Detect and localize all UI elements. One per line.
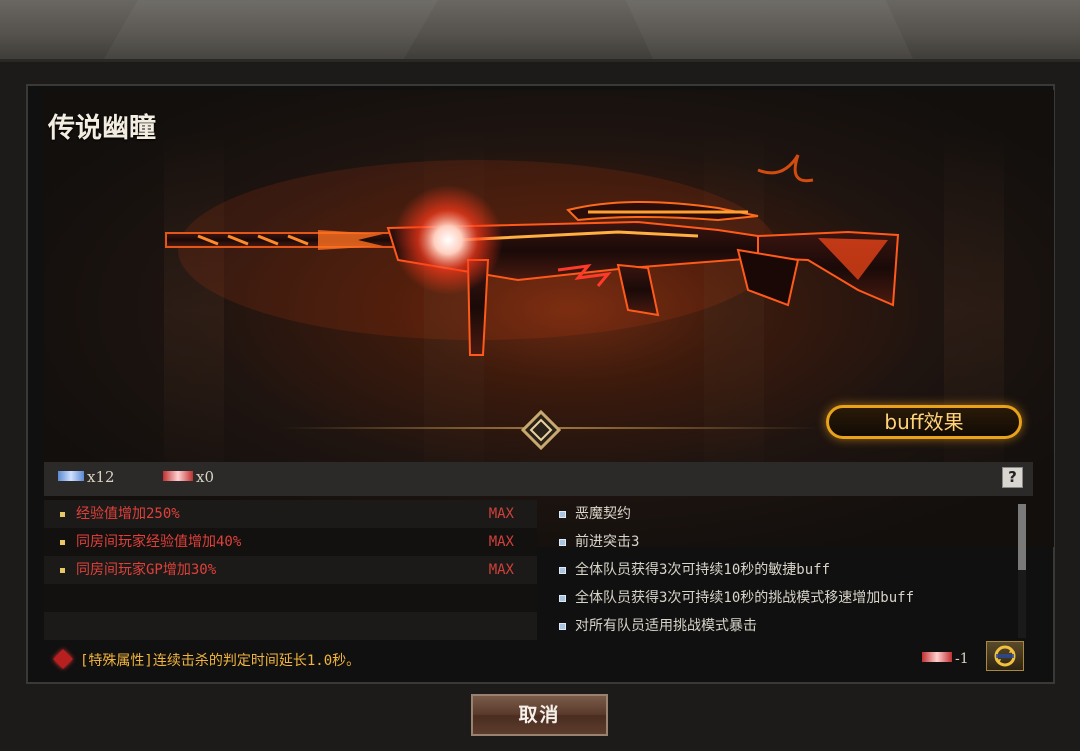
refresh-button[interactable] <box>986 641 1024 671</box>
item-title: 传说幽瞳 <box>48 113 156 144</box>
list-item: 对所有队员适用挑战模式暴击 <box>540 612 1017 640</box>
red-token-count: x0 <box>163 468 214 486</box>
buff-effect-button[interactable]: buff效果 <box>826 405 1022 439</box>
square-bullet-icon <box>559 623 566 630</box>
red-token-icon <box>922 652 952 662</box>
list-item: 恶魔契约 <box>540 500 1017 528</box>
list-item: 前进突击3 <box>540 528 1017 556</box>
scrollbar-thumb[interactable] <box>1018 504 1026 570</box>
attribute-list: 经验值增加250% MAX 同房间玩家经验值增加40% MAX 同房间玩家GP增加3… <box>44 500 537 640</box>
blue-token-count: x12 <box>58 468 115 486</box>
special-attribute: [特殊属性]连续击杀的判定时间延长1.0秒。 <box>52 649 360 670</box>
list-item-empty <box>44 584 537 612</box>
feature-list: 恶魔契约 前进突击3 全体队员获得3次可持续10秒的敏捷buff 全体队员获得3… <box>540 500 1017 640</box>
list-item: 全体队员获得3次可持续10秒的挑战模式移速增加buff <box>540 584 1017 612</box>
list-item-empty <box>44 612 537 640</box>
red-gem-icon <box>53 649 73 669</box>
token-cost: -1 <box>922 651 969 667</box>
weapon-image <box>165 154 900 356</box>
list-item: 同房间玩家GP增加30% MAX <box>44 556 537 584</box>
red-token-icon <box>163 471 193 481</box>
blue-token-icon <box>58 471 84 481</box>
square-bullet-icon <box>559 511 566 518</box>
help-button[interactable]: ? <box>1002 467 1023 488</box>
cancel-button[interactable]: 取消 <box>471 694 608 736</box>
square-bullet-icon <box>559 595 566 602</box>
diamond-emblem-icon <box>521 410 561 450</box>
square-bullet-icon <box>559 539 566 546</box>
list-item: 同房间玩家经验值增加40% MAX <box>44 528 537 556</box>
list-item: 经验值增加250% MAX <box>44 500 537 528</box>
list-item: 全体队员获得3次可持续10秒的敏捷buff <box>540 556 1017 584</box>
refresh-icon <box>994 645 1016 667</box>
square-bullet-icon <box>559 567 566 574</box>
top-banner <box>0 0 1080 62</box>
